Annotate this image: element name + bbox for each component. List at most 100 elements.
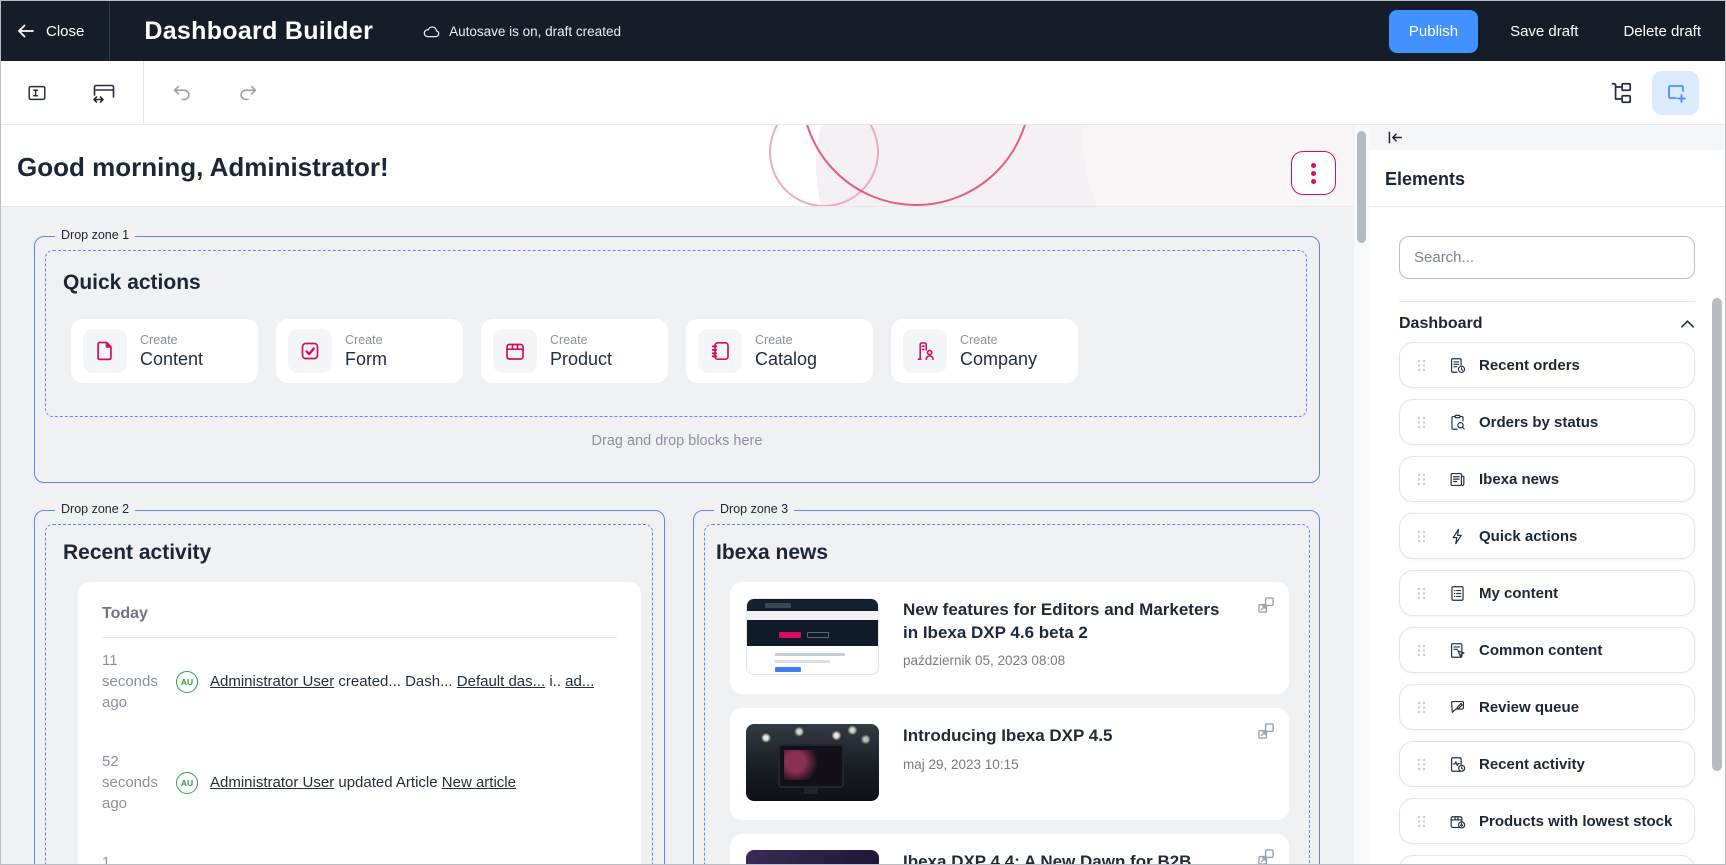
drag-handle-icon[interactable] bbox=[1417, 701, 1426, 714]
create-form-card[interactable]: Create Form bbox=[276, 319, 463, 383]
my-content-icon bbox=[1448, 584, 1467, 603]
element-products-with-lowest-stock[interactable]: Products with lowest stock bbox=[1399, 798, 1695, 844]
close-button[interactable]: Close bbox=[17, 23, 84, 40]
topbar-divider bbox=[109, 1, 110, 61]
toggle-left-panel-button[interactable] bbox=[25, 82, 49, 104]
products-with-lowest-stock-icon bbox=[1448, 812, 1467, 831]
external-link-icon bbox=[1256, 721, 1276, 741]
drag-handle-icon[interactable] bbox=[1417, 416, 1426, 429]
element-recent-orders[interactable]: Recent orders bbox=[1399, 342, 1695, 388]
delete-draft-button[interactable]: Delete draft bbox=[1623, 23, 1701, 40]
chevron-up-icon bbox=[1680, 319, 1695, 329]
dashboard-builder-app: Close Dashboard Builder Autosave is on, … bbox=[0, 0, 1726, 865]
activity-entry: 1 bbox=[102, 852, 617, 865]
element-ibexa-news[interactable]: Ibexa news bbox=[1399, 456, 1695, 502]
structure-tree-button[interactable] bbox=[1608, 80, 1634, 106]
drag-handle-icon[interactable] bbox=[1417, 359, 1426, 372]
external-link-icon bbox=[1256, 847, 1276, 865]
section-width-button[interactable] bbox=[91, 81, 117, 105]
publish-button[interactable]: Publish bbox=[1389, 10, 1478, 53]
element-label: My content bbox=[1479, 585, 1558, 602]
company-icon bbox=[903, 329, 947, 373]
content-link[interactable]: New article bbox=[442, 774, 516, 791]
collapse-panel-button[interactable] bbox=[1386, 130, 1403, 145]
add-element-button[interactable] bbox=[1652, 71, 1699, 115]
drag-handle-icon[interactable] bbox=[1417, 473, 1426, 486]
drag-handle-icon[interactable] bbox=[1417, 530, 1426, 543]
news-item[interactable]: Ibexa DXP 4.4: A New Dawn for B2B Ecomme… bbox=[730, 834, 1289, 865]
open-external-button[interactable] bbox=[1256, 847, 1276, 865]
content-link[interactable]: ad... bbox=[565, 673, 594, 690]
dashboard-options-button[interactable] bbox=[1291, 151, 1336, 195]
sidebar-scrollbar-thumb[interactable] bbox=[1712, 298, 1722, 771]
drag-handle-icon[interactable] bbox=[1417, 644, 1426, 657]
element-label: Products with lowest stock bbox=[1479, 813, 1672, 830]
elements-body: Dashboard Recent orders Orders by st bbox=[1369, 207, 1725, 865]
divider bbox=[102, 637, 617, 638]
undo-button[interactable] bbox=[170, 82, 194, 104]
close-label: Close bbox=[46, 23, 84, 40]
quick-actions-row: Create Content Create Form bbox=[71, 319, 1306, 383]
activity-timestamp: 52 seconds ago bbox=[102, 751, 164, 814]
element-recent-activity[interactable]: Recent activity bbox=[1399, 741, 1695, 787]
drop-zone-3: Drop zone 3 Ibexa news New features for … bbox=[693, 510, 1320, 865]
drag-handle-icon[interactable] bbox=[1417, 587, 1426, 600]
element-my-content[interactable]: My content bbox=[1399, 570, 1695, 616]
toolbar-right-group bbox=[1608, 71, 1725, 115]
news-list: New features for Editors and Marketers i… bbox=[730, 582, 1289, 865]
history-group bbox=[170, 82, 260, 104]
create-form-label: Form bbox=[345, 349, 387, 370]
element-review-queue[interactable]: Review queue bbox=[1399, 684, 1695, 730]
news-title: Introducing Ibexa DXP 4.5 bbox=[903, 725, 1112, 748]
element-label: Quick actions bbox=[1479, 528, 1577, 545]
drop-zone-2: Drop zone 2 Recent activity Today 11 sec… bbox=[34, 510, 665, 865]
element-quick-actions[interactable]: Quick actions bbox=[1399, 513, 1695, 559]
common-content-icon bbox=[1448, 641, 1467, 660]
external-link-icon bbox=[1256, 595, 1276, 615]
app-title: Dashboard Builder bbox=[144, 17, 373, 46]
element-orders-by-status[interactable]: Orders by status bbox=[1399, 399, 1695, 445]
drop-zone-3-area[interactable]: Ibexa news New features for Editors and … bbox=[704, 524, 1310, 865]
avatar: AU bbox=[176, 671, 198, 693]
create-content-card[interactable]: Create Content bbox=[71, 319, 258, 383]
save-draft-button[interactable]: Save draft bbox=[1510, 23, 1578, 40]
element-common-content[interactable]: Common content bbox=[1399, 627, 1695, 673]
drop-zone-1: Drop zone 1 Quick actions Create Content bbox=[34, 236, 1320, 483]
drop-zone-1-label: Drop zone 1 bbox=[55, 228, 135, 242]
content-link[interactable]: Default das... bbox=[457, 673, 545, 690]
news-thumbnail bbox=[746, 724, 879, 801]
redo-button[interactable] bbox=[236, 82, 260, 104]
drag-handle-icon[interactable] bbox=[1417, 815, 1426, 828]
scrollbar-thumb[interactable] bbox=[1357, 131, 1366, 243]
news-item[interactable]: New features for Editors and Marketers i… bbox=[730, 582, 1289, 694]
drag-handle-icon[interactable] bbox=[1417, 758, 1426, 771]
autosave-label: Autosave is on, draft created bbox=[449, 24, 621, 39]
open-external-button[interactable] bbox=[1256, 595, 1276, 615]
drop-zone-2-area[interactable]: Recent activity Today 11 seconds ago AU … bbox=[45, 524, 653, 865]
create-catalog-label: Catalog bbox=[755, 349, 817, 370]
search-input[interactable] bbox=[1399, 236, 1695, 279]
recent-activity-icon bbox=[1448, 755, 1467, 774]
drop-zone-1-area[interactable]: Quick actions Create Content bbox=[45, 250, 1307, 417]
create-product-label: Product bbox=[550, 349, 612, 370]
content-icon bbox=[83, 329, 127, 373]
open-external-button[interactable] bbox=[1256, 721, 1276, 741]
element-partial[interactable] bbox=[1399, 855, 1695, 865]
create-product-card[interactable]: Create Product bbox=[481, 319, 668, 383]
activity-timestamp: 1 bbox=[102, 852, 164, 865]
create-company-card[interactable]: Create Company bbox=[891, 319, 1078, 383]
news-date: maj 29, 2023 10:15 bbox=[903, 757, 1112, 772]
news-item[interactable]: Introducing Ibexa DXP 4.5 maj 29, 2023 1… bbox=[730, 708, 1289, 820]
create-catalog-card[interactable]: Create Catalog bbox=[686, 319, 873, 383]
user-link[interactable]: Administrator User bbox=[210, 774, 334, 791]
element-label: Orders by status bbox=[1479, 414, 1598, 431]
sidebar-collapse-strip bbox=[1369, 125, 1725, 150]
review-queue-icon bbox=[1448, 698, 1467, 717]
user-link[interactable]: Administrator User bbox=[210, 673, 334, 690]
quick-actions-heading: Quick actions bbox=[63, 271, 1306, 295]
dashboard-section-toggle[interactable]: Dashboard bbox=[1399, 315, 1695, 333]
layout-tools-group bbox=[1, 61, 143, 124]
create-kicker: Create bbox=[755, 333, 817, 347]
element-label: Review queue bbox=[1479, 699, 1579, 716]
main-scrollbar[interactable] bbox=[1353, 125, 1369, 865]
